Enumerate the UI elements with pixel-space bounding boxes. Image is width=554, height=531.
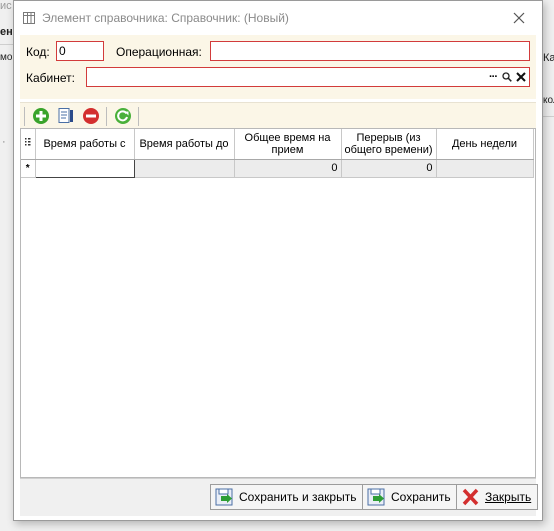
- operational-label: Операционная:: [116, 45, 202, 59]
- schedule-table: Время работы с Время работы до Общее вре…: [21, 129, 534, 178]
- background-text: Ка: [543, 52, 554, 64]
- close-window-button[interactable]: [504, 6, 534, 30]
- save-label: Сохранить: [391, 490, 451, 504]
- toolbar-separator: [24, 107, 25, 126]
- column-header-weekday[interactable]: День недели: [436, 129, 534, 160]
- cell-time-from[interactable]: [34, 158, 135, 178]
- save-close-icon: [215, 488, 233, 506]
- refresh-icon[interactable]: [114, 107, 132, 125]
- background-text: ен: [0, 26, 13, 38]
- edit-icon[interactable]: [57, 107, 75, 125]
- cell-time-to[interactable]: [134, 159, 235, 178]
- save-and-close-label: Сохранить и закрыть: [239, 490, 357, 504]
- cabinet-field-actions: ···: [487, 69, 527, 85]
- schedule-grid: Время работы с Время работы до Общее вре…: [20, 128, 536, 478]
- close-label: Закрыть: [485, 490, 532, 504]
- close-icon: [513, 12, 525, 24]
- save-icon: [367, 488, 385, 506]
- form-header: Код: 0 Операционная: Кабинет: ···: [20, 35, 536, 99]
- dialog-button-bar: Сохранить и закрыть Сохранить Закрыть: [20, 478, 539, 516]
- table-row[interactable]: * 0 0: [21, 158, 534, 178]
- cell-break[interactable]: 0: [341, 159, 437, 178]
- dialog-window: Элемент справочника: Справочник: (Новый)…: [13, 0, 543, 521]
- background-text: ис: [0, 0, 12, 12]
- new-row-marker: *: [21, 159, 36, 178]
- column-header-total-time[interactable]: Общее время на прием: [234, 129, 342, 160]
- title-bar[interactable]: Элемент справочника: Справочник: (Новый): [14, 1, 542, 35]
- code-label: Код:: [26, 45, 50, 59]
- cell-total-time[interactable]: 0: [234, 159, 342, 178]
- background-text: мо: [0, 52, 13, 63]
- toolbar-separator: [138, 107, 139, 126]
- choose-button[interactable]: ···: [487, 69, 499, 85]
- background-text: кол: [543, 95, 554, 106]
- toolbar-separator: [106, 107, 107, 126]
- column-header-break[interactable]: Перерыв (из общего времени): [341, 129, 437, 160]
- dialog-body: Код: 0 Операционная: Кабинет: ··· Время …: [20, 35, 539, 516]
- background-divider: [543, 116, 554, 117]
- grid-settings-icon[interactable]: [21, 129, 36, 160]
- clear-icon[interactable]: [515, 69, 527, 85]
- cell-weekday[interactable]: [436, 159, 534, 178]
- close-red-icon: [462, 488, 479, 506]
- table-icon: [23, 12, 35, 24]
- window-title: Элемент справочника: Справочник: (Новый): [42, 11, 289, 25]
- operational-field[interactable]: [210, 41, 530, 61]
- cabinet-field[interactable]: ···: [86, 67, 530, 87]
- background-divider: [0, 44, 14, 45]
- close-button[interactable]: Закрыть: [456, 484, 539, 510]
- search-icon[interactable]: [501, 69, 513, 85]
- code-field[interactable]: 0: [56, 41, 104, 61]
- save-and-close-button[interactable]: Сохранить и закрыть: [210, 484, 364, 510]
- column-header-time-from[interactable]: Время работы с: [35, 129, 135, 160]
- add-icon[interactable]: [32, 107, 50, 125]
- background-text: ·: [2, 136, 6, 148]
- delete-icon[interactable]: [82, 107, 100, 125]
- cabinet-label: Кабинет:: [26, 71, 75, 85]
- column-header-time-to[interactable]: Время работы до: [134, 129, 235, 160]
- table-header-row: Время работы с Время работы до Общее вре…: [21, 129, 534, 160]
- grid-toolbar: [20, 102, 536, 128]
- save-button[interactable]: Сохранить: [362, 484, 458, 510]
